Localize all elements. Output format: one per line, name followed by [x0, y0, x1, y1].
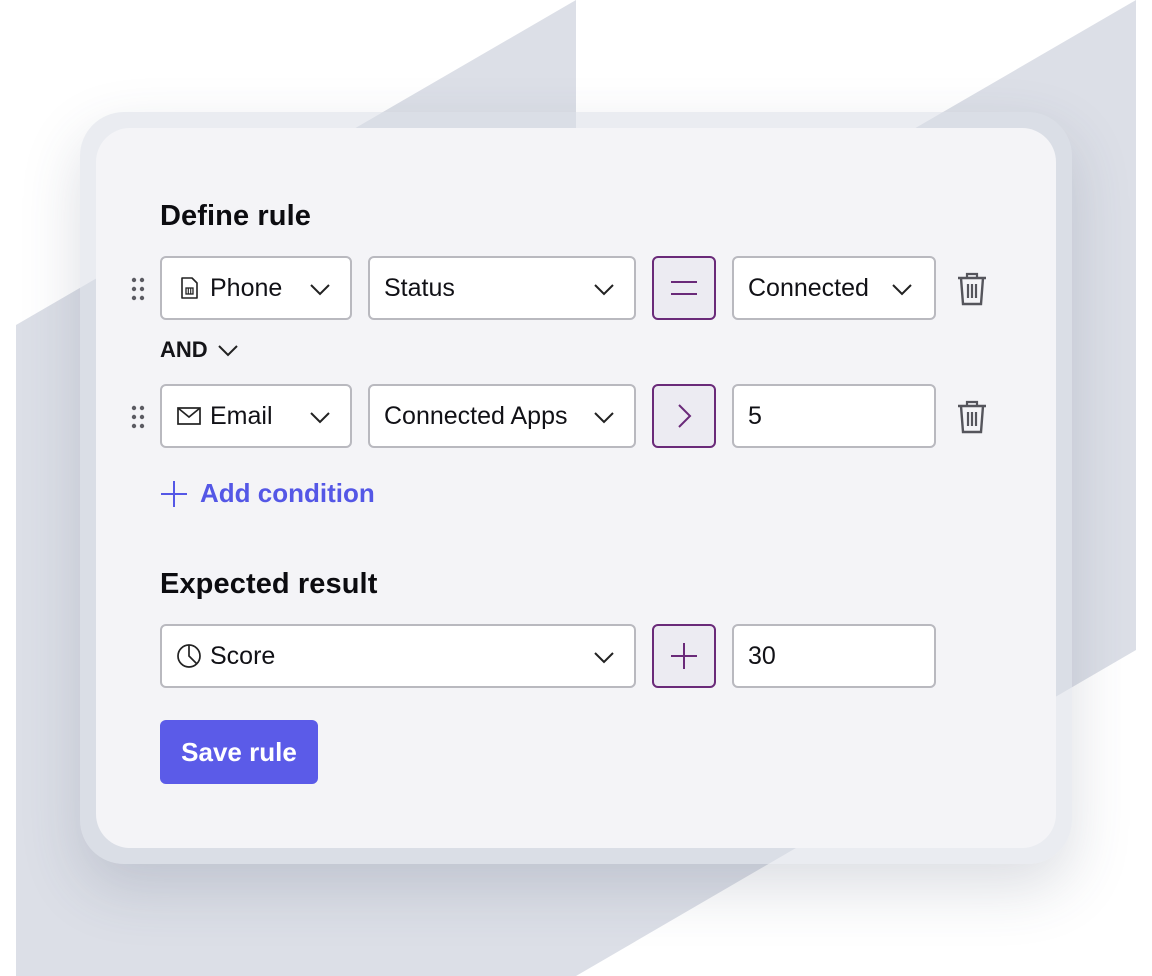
chevron-down-icon — [892, 284, 912, 296]
result-value-text: 30 — [748, 641, 776, 670]
chevron-down-icon — [594, 652, 614, 664]
sim-card-icon — [181, 277, 198, 299]
source-select[interactable]: Phone — [160, 256, 352, 320]
chevron-down-icon — [310, 284, 330, 296]
save-rule-button[interactable]: Save rule — [160, 720, 318, 784]
define-rule-title: Define rule — [160, 200, 311, 232]
pie-chart-icon — [177, 644, 201, 668]
value-input[interactable]: 5 — [732, 384, 936, 448]
drag-handle-icon[interactable] — [131, 405, 145, 429]
envelope-icon — [177, 407, 201, 425]
operator-equals-button[interactable] — [652, 256, 716, 320]
logical-connector-label: AND — [160, 337, 208, 362]
operator-greater-than-button[interactable] — [652, 384, 716, 448]
expected-result-title: Expected result — [160, 568, 378, 600]
plus-icon — [671, 643, 697, 669]
value-select-label: Connected — [748, 273, 869, 302]
trash-icon[interactable] — [956, 271, 988, 307]
chevron-down-icon — [594, 412, 614, 424]
plus-icon — [161, 480, 187, 507]
result-value-input[interactable]: 30 — [732, 624, 936, 688]
drag-handle-icon[interactable] — [131, 277, 145, 301]
add-condition-label: Add condition — [200, 478, 375, 508]
property-select-label: Status — [384, 273, 455, 302]
source-select[interactable]: Email — [160, 384, 352, 448]
source-select-label: Phone — [210, 273, 283, 302]
greater-than-icon — [678, 404, 692, 428]
value-input-text: 5 — [748, 401, 762, 430]
source-select-label: Email — [210, 401, 273, 430]
equals-icon — [671, 281, 697, 295]
trash-icon[interactable] — [956, 399, 988, 435]
property-select[interactable]: Status — [368, 256, 636, 320]
chevron-down-icon — [217, 345, 238, 357]
chevron-down-icon — [310, 412, 330, 424]
value-select[interactable]: Connected — [732, 256, 936, 320]
add-condition-button[interactable]: Add condition — [160, 478, 375, 509]
result-metric-select[interactable]: Score — [160, 624, 636, 688]
property-select[interactable]: Connected Apps — [368, 384, 636, 448]
logical-connector-dropdown[interactable]: AND — [160, 337, 240, 363]
chevron-down-icon — [594, 284, 614, 296]
property-select-label: Connected Apps — [384, 401, 568, 430]
operator-add-button[interactable] — [652, 624, 716, 688]
result-metric-label: Score — [210, 641, 276, 670]
